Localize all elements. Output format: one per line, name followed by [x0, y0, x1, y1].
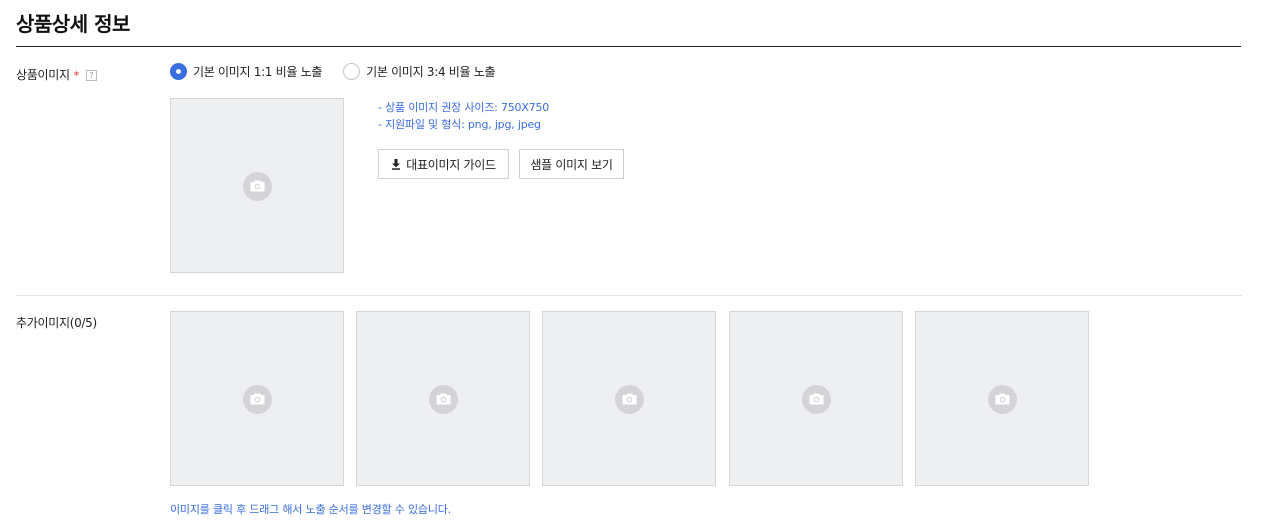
radio-label: 기본 이미지 1:1 비율 노출 — [193, 65, 323, 79]
radio-button-unchecked[interactable] — [343, 63, 361, 80]
camera-icon — [243, 171, 272, 201]
ratio-radio-group: 기본 이미지 1:1 비율 노출 기본 이미지 3:4 비율 노출 — [170, 63, 516, 80]
title-divider — [16, 46, 1241, 47]
main-image-label-row: 상품이미지 *? — [16, 66, 97, 83]
additional-image-slot-5[interactable] — [915, 311, 1089, 486]
additional-image-slot-3[interactable] — [542, 311, 716, 486]
camera-icon — [988, 384, 1017, 414]
camera-icon — [802, 384, 831, 414]
guide-format-text: - 지원파일 및 형식: png, jpg, jpeg — [378, 118, 541, 131]
download-icon — [391, 158, 401, 170]
additional-image-slot-2[interactable] — [356, 311, 530, 486]
page-title: 상품상세 정보 — [16, 12, 130, 36]
guide-button-label: 대표이미지 가이드 — [406, 157, 496, 172]
camera-icon — [429, 384, 458, 414]
additional-images-label: 추가이미지(0/5) — [16, 316, 97, 330]
main-image-label: 상품이미지 — [16, 68, 70, 82]
sample-button-label: 샘플 이미지 보기 — [530, 157, 613, 172]
radio-ratio-3-4[interactable]: 기본 이미지 3:4 비율 노출 — [343, 63, 496, 80]
radio-ratio-1-1[interactable]: 기본 이미지 1:1 비율 노출 — [170, 63, 322, 80]
representative-image-guide-button[interactable]: 대표이미지 가이드 — [378, 149, 509, 179]
help-icon[interactable]: ? — [85, 70, 97, 81]
additional-image-slot-1[interactable] — [170, 311, 344, 486]
guide-size-text: - 상품 이미지 권장 사이즈: 750X750 — [378, 101, 550, 114]
camera-icon — [243, 384, 272, 414]
required-mark: * — [73, 69, 80, 82]
radio-button-checked[interactable] — [170, 63, 187, 80]
additional-image-slot-4[interactable] — [729, 311, 903, 486]
reorder-hint-text: 이미지를 클릭 후 드래그 해서 노출 순서를 변경할 수 있습니다. — [170, 503, 451, 516]
section-divider — [16, 295, 1242, 296]
sample-image-button[interactable]: 샘플 이미지 보기 — [519, 149, 624, 179]
radio-label: 기본 이미지 3:4 비율 노출 — [366, 65, 496, 79]
main-image-upload-box[interactable] — [170, 98, 344, 273]
camera-icon — [615, 384, 644, 414]
